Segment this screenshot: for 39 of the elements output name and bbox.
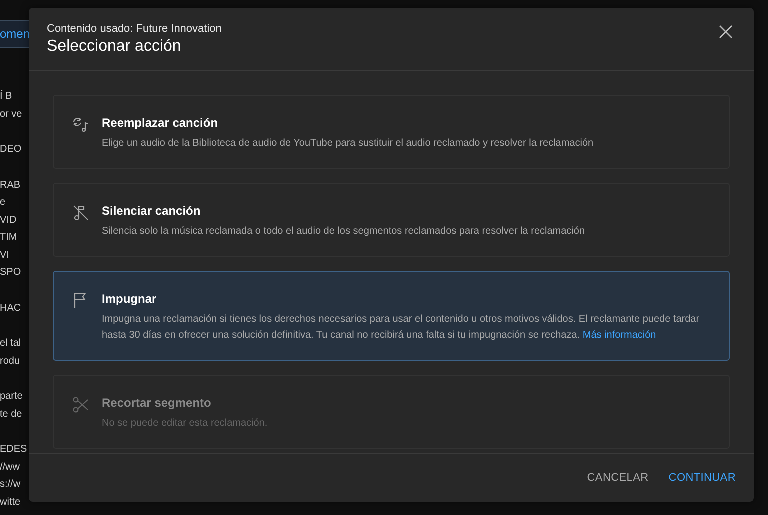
description-line: EDES xyxy=(0,443,28,457)
scissors-icon xyxy=(72,396,90,414)
replace-music-icon xyxy=(72,116,90,134)
description-line: VID xyxy=(0,214,17,228)
description-line: //ww xyxy=(0,460,20,474)
muted-music-icon xyxy=(72,204,90,222)
dialog-title: Seleccionar acción xyxy=(47,38,182,56)
description-line: el tal xyxy=(0,337,22,351)
dialog-subtitle: Contenido usado: Future Innovation xyxy=(47,23,222,35)
description-line: parte xyxy=(0,390,23,404)
description-line: e xyxy=(0,196,6,210)
option-title: Recortar segmento xyxy=(102,396,212,410)
action-option[interactable]: Silenciar canción Silencia solo la música reclamada o todo el audio de los segmentos reclamados para resolver la reclamación xyxy=(53,183,730,257)
description-line: TIM xyxy=(0,231,18,245)
continue-button[interactable]: CONTINUAR xyxy=(660,464,744,492)
option-title: Reemplazar canción xyxy=(102,116,220,130)
option-title: Silenciar canción xyxy=(102,204,202,218)
option-description: Silencia solo la música reclamada o todo el audio de los segmentos reclamados para resolver la reclamación xyxy=(102,225,586,239)
action-option[interactable]: Reemplazar canción Elige un audio de la Biblioteca de audio de YouTube para sustituir el audio reclamado y resolver la reclamación xyxy=(53,95,730,169)
option-title: Impugnar xyxy=(102,292,158,306)
description-line: or ve xyxy=(0,108,22,122)
close-icon[interactable] xyxy=(718,24,734,40)
option-description: Elige un audio de la Biblioteca de audio de YouTube para sustituir el audio reclamado y resolver la reclamación xyxy=(102,137,594,151)
description-line: rodu xyxy=(0,354,20,368)
option-description: No se puede editar esta reclamación. xyxy=(102,417,268,431)
description-line: HAC xyxy=(0,302,22,316)
action-option[interactable] xyxy=(53,271,730,361)
cancel-button[interactable]: CANCELAR xyxy=(579,464,657,492)
description-line: s://w xyxy=(0,478,21,492)
option-description: Impugna una reclamación si tienes los derechos necesarios para usar el contenido u otros motivos válidos. El reclamante puede tardar hasta 30 días en ofrecer una solución definitiva. Tu canal no recibirá una falta si tu impugnación se rechaza. Más información xyxy=(102,313,701,343)
description-line: DEO xyxy=(0,143,22,157)
description-line: Í B xyxy=(0,89,12,104)
description-line: VI xyxy=(0,248,10,262)
description-line: SPO xyxy=(0,266,22,280)
comments-tab[interactable]: omen xyxy=(0,20,29,48)
description-line: te de xyxy=(0,408,22,422)
more-info-link[interactable]: Más información xyxy=(582,330,656,341)
description-line: RAB xyxy=(0,178,21,192)
description-line: witte xyxy=(0,496,21,510)
